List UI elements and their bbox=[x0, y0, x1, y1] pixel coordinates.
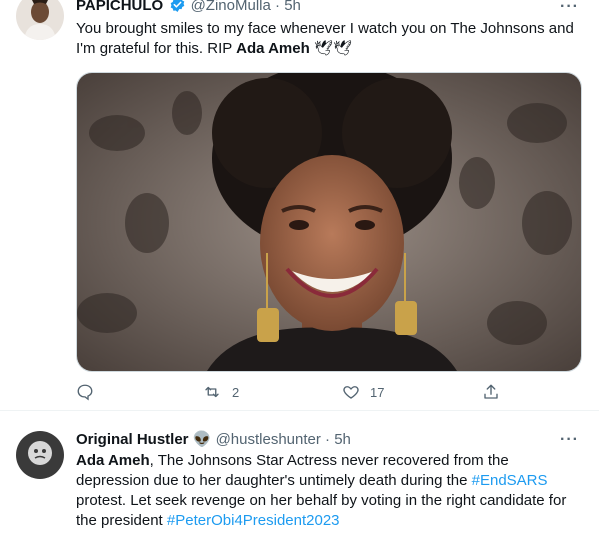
avatar[interactable] bbox=[16, 0, 64, 40]
display-name[interactable]: PAPICHULO bbox=[76, 0, 163, 14]
tweet-header: Original Hustler 👽 @hustleshunter · 5h bbox=[76, 430, 351, 448]
retweet-count: 2 bbox=[232, 384, 240, 400]
like-count: 17 bbox=[370, 384, 385, 400]
like-button[interactable]: 17 bbox=[342, 383, 384, 401]
hashtag-link[interactable]: #PeterObi4President2023 bbox=[167, 512, 340, 529]
reply-button[interactable] bbox=[76, 383, 104, 401]
more-options-icon[interactable]: ··· bbox=[560, 431, 579, 449]
alien-emoji: 👽 bbox=[192, 431, 212, 448]
hashtag-link[interactable]: #EndSARS bbox=[472, 472, 548, 489]
display-name[interactable]: Original Hustler bbox=[76, 431, 189, 448]
dove-emoji: 🕊🕊 bbox=[309, 40, 353, 57]
timestamp[interactable]: 5h bbox=[334, 431, 351, 448]
tweet-text: Ada Ameh, The Johnsons Star Actress neve… bbox=[76, 451, 581, 531]
tweet-photo[interactable] bbox=[76, 72, 582, 372]
handle[interactable]: @ZinoMulla bbox=[191, 0, 271, 14]
tweet-header: PAPICHULO @ZinoMulla · 5h bbox=[76, 0, 301, 17]
mention-bold: Ada Ameh bbox=[236, 40, 310, 57]
timestamp[interactable]: 5h bbox=[284, 0, 301, 14]
share-button[interactable] bbox=[482, 383, 500, 401]
reply-icon bbox=[77, 384, 93, 401]
tweet[interactable]: PAPICHULO @ZinoMulla · 5h ··· You brough… bbox=[0, 0, 599, 411]
more-options-icon[interactable]: ··· bbox=[560, 0, 579, 16]
mention-bold: Ada Ameh bbox=[76, 452, 150, 469]
share-icon bbox=[484, 384, 498, 399]
heart-icon bbox=[343, 386, 359, 399]
tweet-actions: 2 17 bbox=[76, 383, 506, 405]
tweet-text: You brought smiles to my face whenever I… bbox=[76, 19, 576, 59]
retweet-icon bbox=[205, 386, 219, 398]
retweet-button[interactable]: 2 bbox=[202, 383, 239, 401]
separator: · bbox=[325, 431, 331, 448]
avatar[interactable] bbox=[16, 431, 64, 479]
tweet[interactable]: Original Hustler 👽 @hustleshunter · 5h ·… bbox=[0, 411, 599, 540]
verified-badge-icon bbox=[169, 0, 186, 17]
separator: · bbox=[275, 0, 281, 14]
handle[interactable]: @hustleshunter bbox=[216, 431, 321, 448]
